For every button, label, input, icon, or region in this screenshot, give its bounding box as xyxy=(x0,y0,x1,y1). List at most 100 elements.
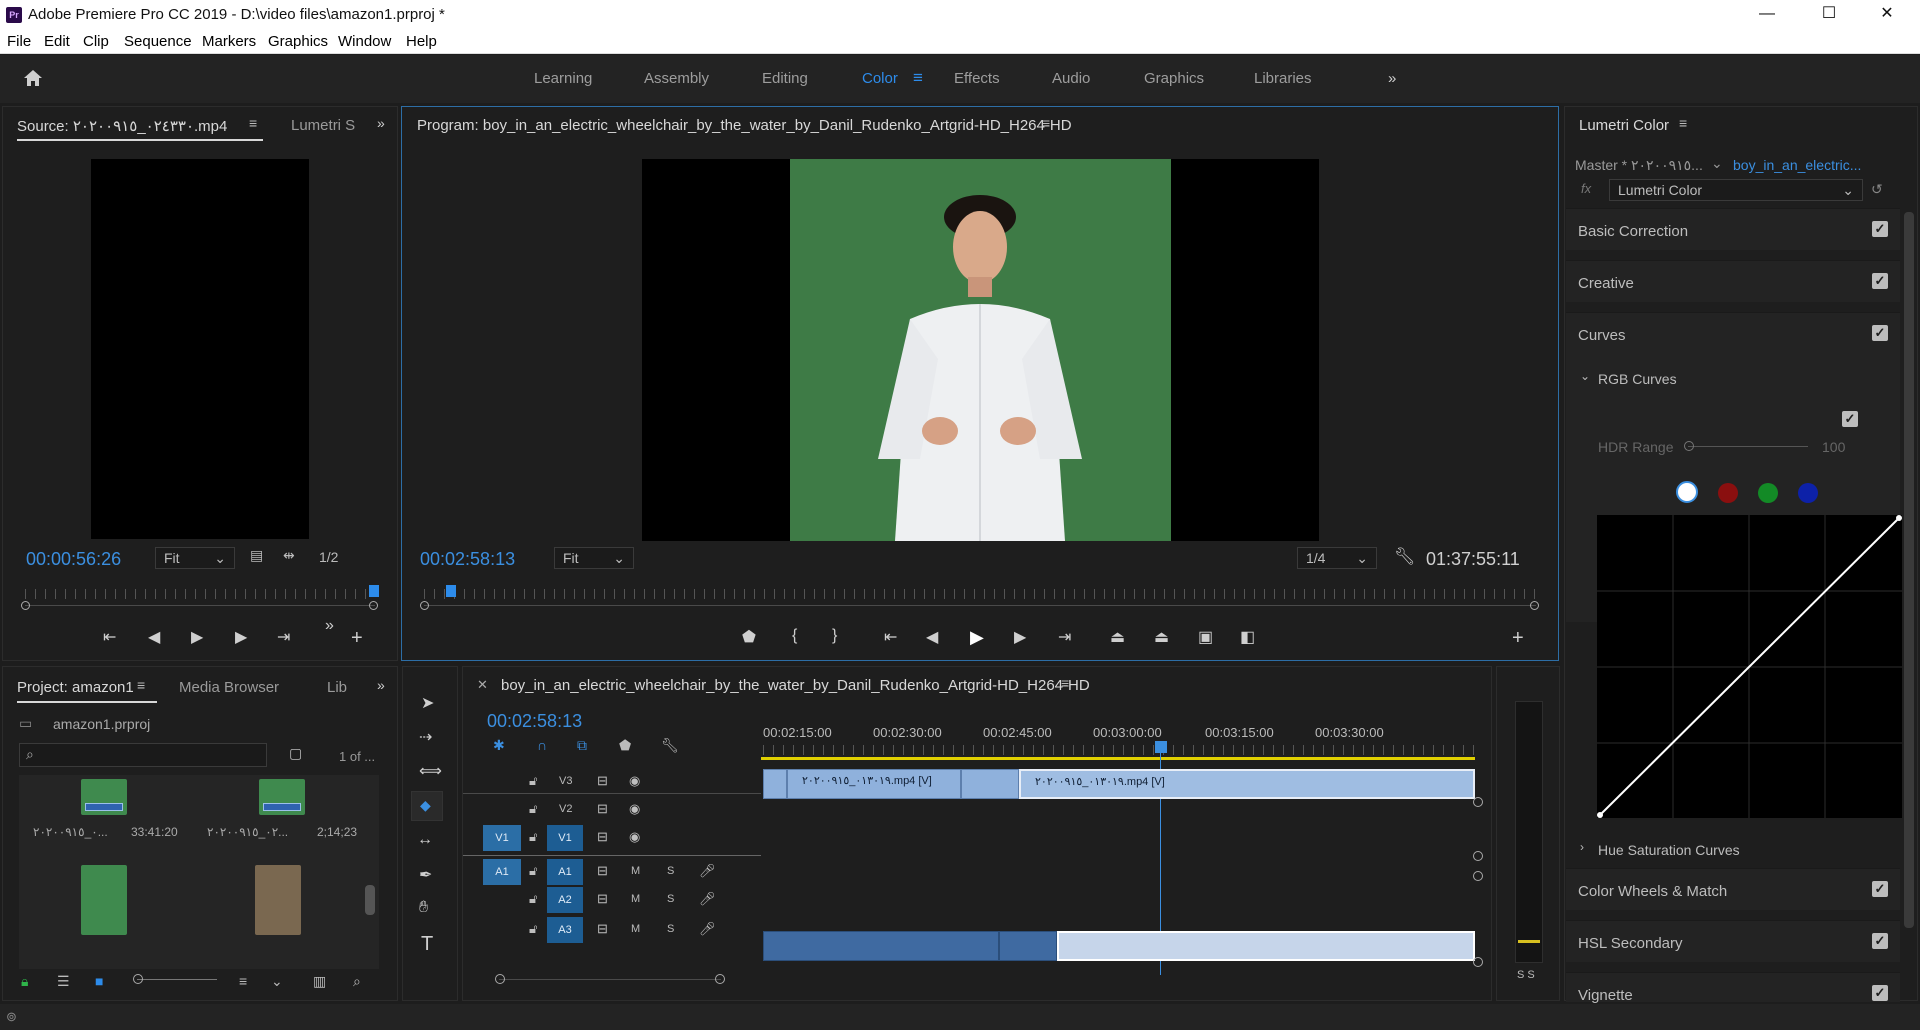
lock-icon[interactable]: 🔓︎ xyxy=(529,801,537,817)
track-height-handle[interactable] xyxy=(1473,957,1483,967)
chevron-down-icon[interactable]: ⌄ xyxy=(271,973,283,990)
razor-tool-button[interactable]: ◆ xyxy=(411,791,443,821)
timeline-playhead-handle[interactable] xyxy=(1155,741,1167,753)
workspace-audio[interactable]: Audio xyxy=(1052,70,1090,87)
linked-selection-icon[interactable]: ⧉ xyxy=(577,737,587,754)
tab-lumetri-color[interactable]: Lumetri Color xyxy=(1579,117,1669,134)
program-panel-menu-icon[interactable]: ≡ xyxy=(1042,115,1050,131)
lock-icon[interactable]: 🔒︎ xyxy=(21,973,28,990)
sort-icon[interactable]: ≡ xyxy=(239,973,247,989)
mark-out-icon[interactable]: } xyxy=(832,627,837,645)
source-fit-dropdown[interactable]: Fit ⌄ xyxy=(155,547,235,569)
vignette-checkbox[interactable]: ✓ xyxy=(1872,985,1888,1001)
go-to-in-icon[interactable]: ⇤ xyxy=(884,627,897,647)
audio-clip-selected[interactable] xyxy=(1057,931,1475,961)
timeline-panel-menu-icon[interactable]: ≡ xyxy=(1061,675,1069,691)
workspace-graphics[interactable]: Graphics xyxy=(1144,70,1204,87)
panel-overflow-icon[interactable]: » xyxy=(377,677,385,693)
blue-channel-button[interactable] xyxy=(1798,483,1818,503)
mark-in-icon[interactable]: ⇤ xyxy=(103,627,116,647)
menu-graphics[interactable]: Graphics xyxy=(268,33,328,50)
workspace-menu-icon[interactable]: ≡ xyxy=(913,68,923,88)
project-search-input[interactable]: ⌕ xyxy=(19,743,267,767)
creative-checkbox[interactable]: ✓ xyxy=(1872,273,1888,289)
audio-clip[interactable] xyxy=(763,931,999,961)
lumetri-panel-menu-icon[interactable]: ≡ xyxy=(1679,115,1687,131)
menu-edit[interactable]: Edit xyxy=(44,33,70,50)
section-creative[interactable]: Creative ✓ xyxy=(1566,260,1900,302)
track-a1-label[interactable]: A1 xyxy=(547,859,583,885)
eye-icon[interactable]: ◉ xyxy=(629,829,640,845)
green-channel-button[interactable] xyxy=(1758,483,1778,503)
section-color-wheels[interactable]: Color Wheels & Match ✓ xyxy=(1566,868,1900,910)
add-button-icon[interactable]: + xyxy=(1512,627,1524,650)
lock-icon[interactable]: 🔓︎ xyxy=(529,829,537,845)
lock-icon[interactable]: 🔓︎ xyxy=(529,921,537,937)
extract-icon[interactable]: ⏏ xyxy=(1154,627,1169,647)
insert-icon[interactable]: ⇹ xyxy=(283,547,295,564)
wrench-icon[interactable]: 🔧︎ xyxy=(1394,547,1416,567)
timeline-ruler-ticks[interactable] xyxy=(763,745,1475,755)
zoom-handle-left[interactable] xyxy=(420,601,429,610)
basic-correction-checkbox[interactable]: ✓ xyxy=(1872,221,1888,237)
solo-button[interactable]: S xyxy=(667,865,674,877)
white-channel-button[interactable] xyxy=(1676,481,1698,503)
track-a2-label[interactable]: A2 xyxy=(547,887,583,913)
source-patch-a1[interactable]: A1 xyxy=(483,859,521,885)
program-timecode[interactable]: 00:02:58:13 xyxy=(420,549,515,570)
tab-lumetri-scopes[interactable]: Lumetri S xyxy=(291,117,355,134)
audio-clip[interactable] xyxy=(999,931,1057,961)
workspace-color[interactable]: Color xyxy=(862,70,898,87)
track-v3-label[interactable]: V3 xyxy=(559,775,572,787)
tab-project[interactable]: Project: amazon1 xyxy=(17,679,134,696)
sync-lock-icon[interactable]: ⊟ xyxy=(597,801,608,817)
section-hsl-secondary[interactable]: HSL Secondary ✓ xyxy=(1566,920,1900,962)
workspace-more-icon[interactable]: » xyxy=(1388,70,1396,87)
play-icon[interactable]: ▶ xyxy=(191,627,203,647)
source-timecode[interactable]: 00:00:56:26 xyxy=(26,549,121,570)
tab-libraries[interactable]: Lib xyxy=(327,679,347,696)
hsl-secondary-checkbox[interactable]: ✓ xyxy=(1872,933,1888,949)
microphone-icon[interactable]: 🎤︎ xyxy=(699,921,716,937)
lock-icon[interactable]: 🔓︎ xyxy=(529,773,537,789)
zoom-handle-right[interactable] xyxy=(1530,601,1539,610)
track-v2-label[interactable]: V2 xyxy=(559,803,572,815)
nest-icon[interactable]: ✱ xyxy=(493,737,505,754)
lumetri-scrollbar[interactable] xyxy=(1904,212,1914,928)
section-vignette[interactable]: Vignette ✓ xyxy=(1566,972,1900,1004)
play-icon[interactable]: ▶ xyxy=(970,627,984,648)
curves-checkbox[interactable]: ✓ xyxy=(1872,325,1888,341)
video-clip[interactable] xyxy=(763,769,787,799)
video-clip[interactable]: ٠١٣٠١٩_٢٠٢٠٠٩١٥.mp4 [V] xyxy=(787,769,961,799)
red-channel-button[interactable] xyxy=(1718,483,1738,503)
mark-in-icon[interactable]: { xyxy=(792,627,797,645)
snap-magnet-icon[interactable]: ∩ xyxy=(537,737,547,753)
menu-file[interactable]: File xyxy=(7,33,31,50)
search-icon[interactable]: ⌕ xyxy=(353,973,361,990)
video-clip-selected[interactable]: ٠١٣٠١٩_٢٠٢٠٠٩١٥.mp4 [V] xyxy=(1019,769,1475,799)
close-sequence-icon[interactable]: ✕ xyxy=(477,677,488,693)
comparison-view-icon[interactable]: ◧ xyxy=(1240,627,1255,647)
workspace-learning[interactable]: Learning xyxy=(534,70,592,87)
slip-tool-icon[interactable]: ↔ xyxy=(417,831,433,849)
step-forward-icon[interactable]: ▶︎ xyxy=(1014,627,1026,647)
step-back-icon[interactable]: ◀︎ xyxy=(148,627,160,647)
menu-markers[interactable]: Markers xyxy=(202,33,256,50)
close-button[interactable]: ✕ xyxy=(1864,0,1910,30)
track-height-handle[interactable] xyxy=(1473,851,1483,861)
mute-button[interactable]: M xyxy=(631,923,640,935)
menu-sequence[interactable]: Sequence xyxy=(124,33,192,50)
program-playhead[interactable] xyxy=(446,585,456,597)
automate-icon[interactable]: ▥ xyxy=(313,973,326,990)
track-select-tool-icon[interactable]: ⇢ xyxy=(419,727,432,747)
source-zoom-bar[interactable] xyxy=(25,605,375,606)
mark-out-icon[interactable]: ⇥ xyxy=(277,627,290,647)
effect-dropdown[interactable]: Lumetri Color ⌄ xyxy=(1609,179,1863,201)
program-resolution-dropdown[interactable]: 1/4 ⌄ xyxy=(1297,547,1377,569)
slider-handle[interactable] xyxy=(133,974,143,984)
tab-media-browser[interactable]: Media Browser xyxy=(179,679,279,696)
timeline-settings-icon[interactable]: 🔧︎ xyxy=(661,737,679,754)
add-button-icon[interactable]: + xyxy=(351,627,363,650)
add-marker-icon[interactable]: ⬟ xyxy=(742,627,756,647)
step-back-icon[interactable]: ◀︎ xyxy=(926,627,938,647)
